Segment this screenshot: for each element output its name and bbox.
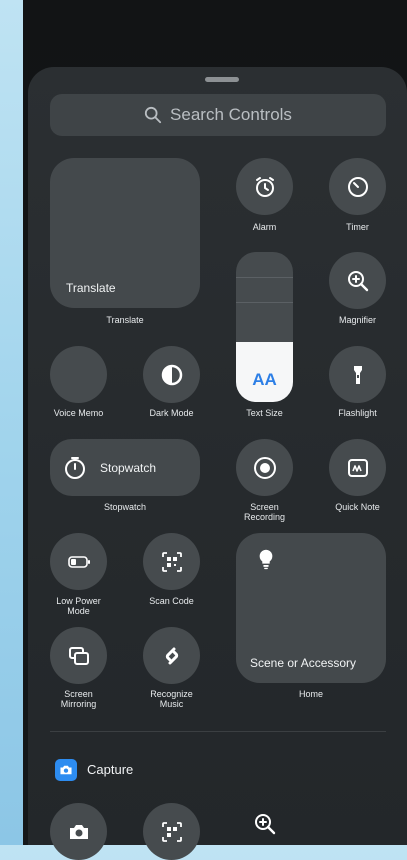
dark-mode-button[interactable] xyxy=(143,346,200,403)
voice-memo-label: Voice Memo xyxy=(53,408,104,418)
stopwatch-label: Stopwatch xyxy=(103,502,147,512)
flashlight-icon xyxy=(353,365,362,384)
contrast-icon xyxy=(161,364,182,385)
camera-icon xyxy=(69,824,88,839)
mirroring-icon xyxy=(68,646,89,665)
text-size-label: Text Size xyxy=(246,408,283,418)
magnifier-icon xyxy=(254,814,275,835)
stopwatch-tile-title: Stopwatch xyxy=(100,460,157,475)
alarm-button[interactable] xyxy=(236,158,293,215)
camera-icon xyxy=(60,765,72,775)
qr-icon xyxy=(161,821,182,842)
shazam-icon xyxy=(165,647,178,664)
stopwatch-tile[interactable]: Stopwatch xyxy=(50,439,200,496)
text-size-slider[interactable]: AA xyxy=(236,252,293,402)
camera-button[interactable] xyxy=(50,803,107,860)
timer-icon xyxy=(347,176,368,197)
low-power-button[interactable] xyxy=(50,533,107,590)
sheet-grabber[interactable] xyxy=(205,77,239,82)
qr-icon xyxy=(161,551,182,572)
dark-mode-label: Dark Mode xyxy=(149,408,194,418)
screen-recording-label: Screen Recording xyxy=(243,502,286,522)
quick-note-label: Quick Note xyxy=(335,502,380,512)
magnifier-button[interactable] xyxy=(329,252,386,309)
stopwatch-icon xyxy=(65,456,85,479)
record-icon xyxy=(253,456,276,479)
capture-section-icon xyxy=(55,759,77,781)
text-size-glyph: AA xyxy=(252,370,277,389)
note-icon xyxy=(347,458,368,477)
magnifier-label: Magnifier xyxy=(338,315,376,325)
scan-code-button[interactable] xyxy=(143,533,200,590)
voice-memo-button[interactable] xyxy=(50,346,107,403)
recognize-music-button[interactable] xyxy=(143,627,200,684)
search-icon xyxy=(144,106,162,124)
screen-mirroring-label: Screen Mirroring xyxy=(60,689,97,709)
lightbulb-icon xyxy=(259,549,273,570)
text-size-divider xyxy=(236,277,293,278)
section-divider xyxy=(50,731,386,732)
text-size-divider xyxy=(236,302,293,303)
home-tile[interactable]: Scene or Accessory xyxy=(236,533,386,683)
home-tile-title: Scene or Accessory xyxy=(250,656,357,670)
translate-tile-title: Translate xyxy=(66,281,116,295)
translate-label: Translate xyxy=(106,315,144,325)
recognize-music-label: Recognize Music xyxy=(150,689,193,709)
screen-mirroring-button[interactable] xyxy=(50,627,107,684)
home-label: Home xyxy=(298,689,323,699)
flashlight-label: Flashlight xyxy=(338,408,377,418)
search-placeholder: Search Controls xyxy=(170,105,292,124)
capture-section-title: Capture xyxy=(87,762,134,777)
alarm-icon xyxy=(255,176,274,197)
timer-label: Timer xyxy=(346,222,369,232)
low-power-label: Low Power Mode xyxy=(56,596,101,616)
scan-code-label: Scan Code xyxy=(149,596,194,606)
alarm-label: Alarm xyxy=(252,222,277,232)
search-field[interactable]: Search Controls xyxy=(50,94,386,136)
timer-button[interactable] xyxy=(329,158,386,215)
battery-icon xyxy=(67,555,90,568)
flashlight-button[interactable] xyxy=(329,346,386,403)
screen-recording-button[interactable] xyxy=(236,439,293,496)
quick-note-button[interactable] xyxy=(329,439,386,496)
scan-code-capture-button[interactable] xyxy=(143,803,200,860)
magnifier-icon xyxy=(347,270,368,291)
